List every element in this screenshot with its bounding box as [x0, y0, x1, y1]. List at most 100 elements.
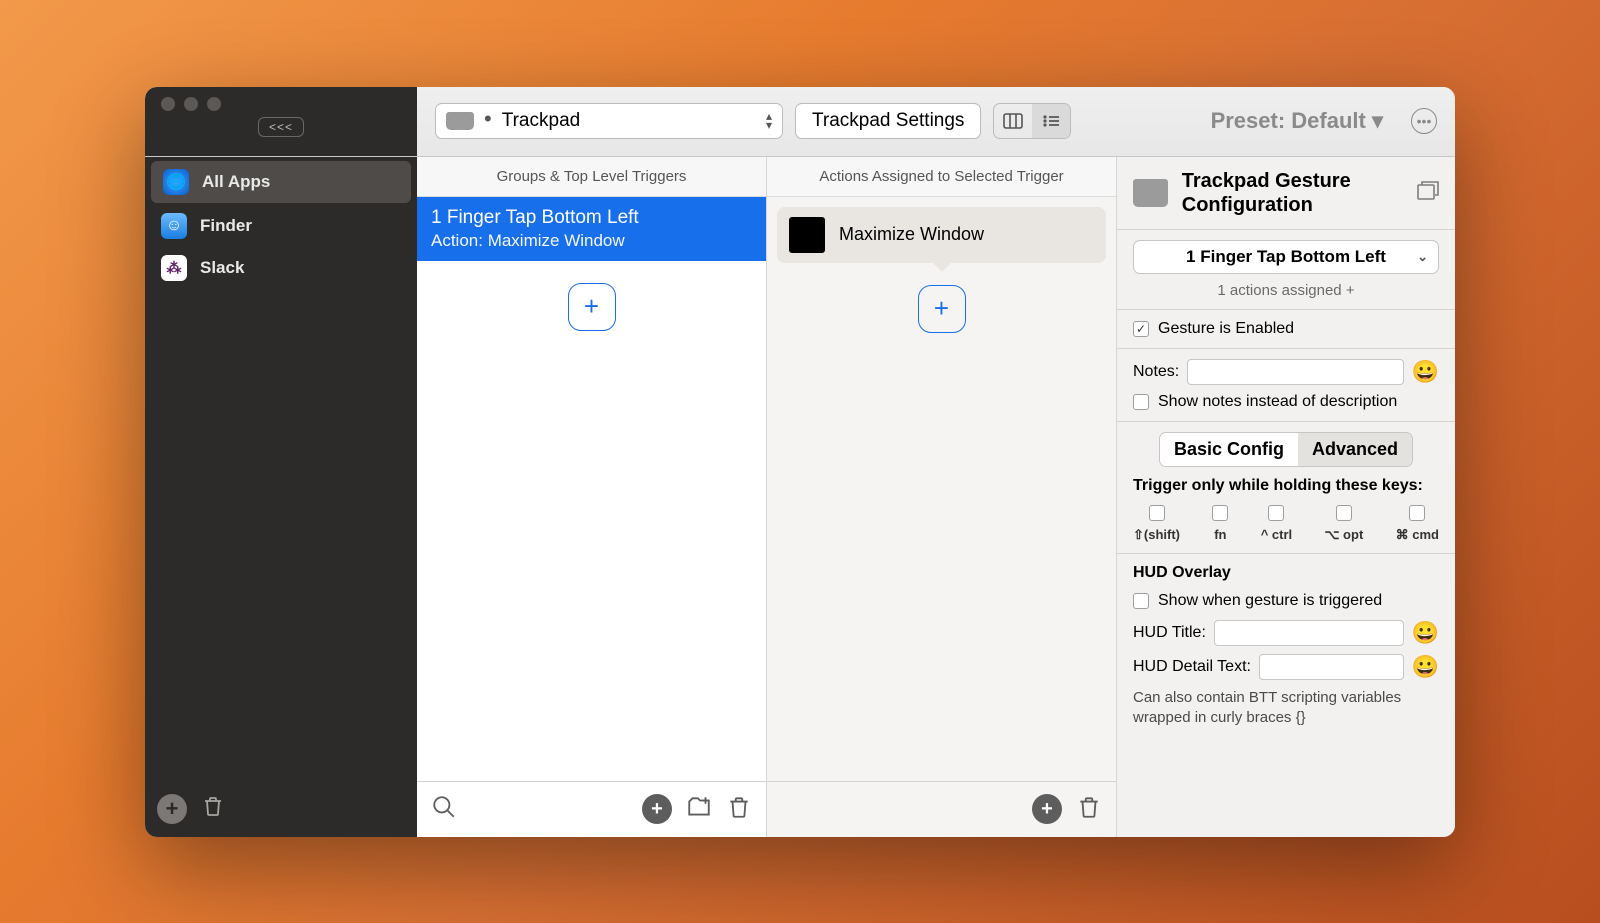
mod-opt-label: ⌥ opt	[1324, 527, 1363, 543]
mod-shift-label: ⇧(shift)	[1133, 527, 1180, 543]
mod-ctrl-label: ^ ctrl	[1261, 527, 1292, 542]
actions-column: Actions Assigned to Selected Trigger Max…	[767, 157, 1117, 837]
emoji-picker-button[interactable]: 😀	[1412, 359, 1439, 385]
show-notes-checkbox[interactable]	[1133, 394, 1149, 410]
slack-icon: ⁂	[161, 255, 187, 281]
show-hud-label: Show when gesture is triggered	[1158, 592, 1382, 610]
gesture-enabled-checkbox[interactable]	[1133, 321, 1149, 337]
chevron-down-icon: ⌄	[1417, 249, 1428, 265]
delete-app-button[interactable]	[201, 794, 225, 823]
notes-section: Notes: 😀 Show notes instead of descripti…	[1117, 348, 1455, 421]
trigger-row[interactable]: 1 Finger Tap Bottom Left Action: Maximiz…	[417, 197, 766, 261]
delete-trigger-button[interactable]	[726, 794, 752, 825]
sidebar-header: <<<	[145, 87, 417, 156]
hud-header: HUD Overlay	[1133, 564, 1439, 582]
mod-fn-checkbox[interactable]	[1212, 505, 1228, 521]
sidebar-item-slack[interactable]: ⁂ Slack	[145, 247, 417, 289]
finder-icon: ☺	[161, 213, 187, 239]
add-app-button[interactable]: +	[157, 794, 187, 824]
new-group-button[interactable]	[686, 794, 712, 825]
device-dropdown[interactable]: • Trackpad ▴▾	[435, 103, 783, 139]
minimize-window-button[interactable]	[184, 97, 198, 111]
add-trigger-button[interactable]: +	[568, 283, 616, 331]
gesture-enabled-label: Gesture is Enabled	[1158, 320, 1294, 338]
mod-ctrl-checkbox[interactable]	[1268, 505, 1284, 521]
config-tabs: Basic Config Advanced	[1159, 432, 1413, 467]
hud-detail-label: HUD Detail Text:	[1133, 658, 1251, 676]
hud-title-input[interactable]	[1214, 620, 1404, 646]
add-action-footer-button[interactable]: +	[1032, 794, 1062, 824]
show-hud-checkbox[interactable]	[1133, 593, 1149, 609]
action-icon	[789, 217, 825, 253]
trackpad-settings-button[interactable]: Trackpad Settings	[795, 103, 981, 139]
show-notes-label: Show notes instead of description	[1158, 393, 1397, 411]
device-dropdown-label: Trackpad	[502, 110, 581, 132]
mod-opt-checkbox[interactable]	[1336, 505, 1352, 521]
mod-cmd-label: ⌘ cmd	[1396, 527, 1439, 543]
app-window: <<< • Trackpad ▴▾ Trackpad Settings Pres…	[145, 87, 1455, 837]
mod-fn-label: fn	[1214, 527, 1226, 542]
sidebar-item-finder[interactable]: ☺ Finder	[145, 205, 417, 247]
toolbar-controls: • Trackpad ▴▾ Trackpad Settings Preset: …	[417, 103, 1455, 139]
view-mode-segment	[993, 103, 1071, 139]
trackpad-icon	[1133, 179, 1168, 207]
enabled-section: Gesture is Enabled	[1117, 309, 1455, 348]
triggers-column: Groups & Top Level Triggers 1 Finger Tap…	[417, 157, 767, 837]
hud-title-label: HUD Title:	[1133, 624, 1206, 642]
notes-input[interactable]	[1187, 359, 1403, 385]
detach-panel-button[interactable]	[1417, 180, 1439, 205]
trigger-subtitle: Action: Maximize Window	[431, 231, 752, 251]
inspector-header: Trackpad Gesture Configuration	[1117, 157, 1455, 229]
add-action-button[interactable]: +	[918, 285, 966, 333]
sidebar-item-label: Slack	[200, 258, 244, 278]
sidebar-item-label: All Apps	[202, 172, 270, 192]
trackpad-icon	[446, 112, 474, 130]
tab-basic-config[interactable]: Basic Config	[1160, 433, 1298, 466]
close-window-button[interactable]	[161, 97, 175, 111]
notes-label: Notes:	[1133, 363, 1179, 381]
modifiers-header: Trigger only while holding these keys:	[1133, 477, 1439, 495]
triggers-column-header: Groups & Top Level Triggers	[417, 157, 766, 197]
sidebar: 🌐 All Apps ☺ Finder ⁂ Slack +	[145, 157, 417, 837]
column-view-button[interactable]	[994, 104, 1032, 138]
hud-detail-input[interactable]	[1259, 654, 1404, 680]
emoji-picker-button[interactable]: 😀	[1412, 654, 1439, 680]
action-label: Maximize Window	[839, 224, 984, 245]
config-section: Basic Config Advanced Trigger only while…	[1117, 421, 1455, 553]
action-row[interactable]: Maximize Window	[777, 207, 1106, 263]
more-menu-button[interactable]: •••	[1411, 108, 1437, 134]
sidebar-footer: +	[145, 781, 417, 837]
add-trigger-footer-button[interactable]: +	[642, 794, 672, 824]
gesture-dropdown-value: 1 Finger Tap Bottom Left	[1186, 247, 1386, 267]
inspector-title: Trackpad Gesture Configuration	[1182, 169, 1403, 217]
inspector-scroll: Trackpad Gesture Configuration 1 Finger …	[1117, 157, 1455, 837]
preset-menu[interactable]: Preset: Default ▾	[1211, 108, 1383, 134]
main-body: 🌐 All Apps ☺ Finder ⁂ Slack +	[145, 157, 1455, 837]
triggers-list: 1 Finger Tap Bottom Left Action: Maximiz…	[417, 197, 766, 781]
gesture-select-section: 1 Finger Tap Bottom Left ⌄ 1 actions ass…	[1117, 229, 1455, 309]
gesture-dropdown[interactable]: 1 Finger Tap Bottom Left ⌄	[1133, 240, 1439, 274]
hud-section: HUD Overlay Show when gesture is trigger…	[1117, 553, 1455, 738]
actions-footer: +	[767, 781, 1116, 837]
sidebar-item-all-apps[interactable]: 🌐 All Apps	[151, 161, 411, 203]
zoom-window-button[interactable]	[207, 97, 221, 111]
hud-note: Can also contain BTT scripting variables…	[1133, 688, 1439, 728]
toolbar: <<< • Trackpad ▴▾ Trackpad Settings Pres…	[145, 87, 1455, 157]
actions-list: Maximize Window +	[767, 197, 1116, 781]
mod-shift-checkbox[interactable]	[1149, 505, 1165, 521]
trigger-title: 1 Finger Tap Bottom Left	[431, 207, 752, 229]
search-button[interactable]	[431, 794, 457, 825]
triggers-footer: +	[417, 781, 766, 837]
actions-assigned-label[interactable]: 1 actions assigned +	[1133, 282, 1439, 299]
actions-column-header: Actions Assigned to Selected Trigger	[767, 157, 1116, 197]
modifier-key-row: ⇧(shift) fn ^ ctrl ⌥ opt ⌘ cmd	[1133, 505, 1439, 543]
delete-action-button[interactable]	[1076, 794, 1102, 825]
list-view-button[interactable]	[1032, 104, 1070, 138]
sidebar-app-list: 🌐 All Apps ☺ Finder ⁂ Slack	[145, 157, 417, 781]
globe-icon: 🌐	[163, 169, 189, 195]
tab-advanced[interactable]: Advanced	[1298, 433, 1412, 466]
sidebar-item-label: Finder	[200, 216, 252, 236]
collapse-sidebar-button[interactable]: <<<	[258, 117, 304, 137]
emoji-picker-button[interactable]: 😀	[1412, 620, 1439, 646]
mod-cmd-checkbox[interactable]	[1409, 505, 1425, 521]
